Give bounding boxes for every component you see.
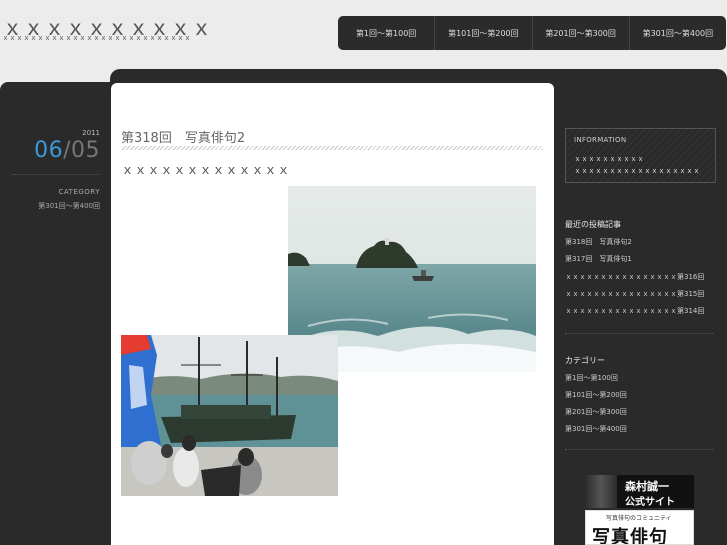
recent-post-link[interactable]: ｘｘｘｘｘｘｘｘｘｘｘｘｘｘｘｘ第315回 — [565, 289, 704, 299]
post-year: 2011 — [82, 129, 100, 137]
category-link-201-300[interactable]: 第201回～第300回 — [565, 407, 627, 417]
post-date: 06/05 — [34, 138, 100, 163]
post-day: /05 — [63, 138, 100, 163]
post-month: 06 — [34, 138, 64, 163]
title-divider — [121, 146, 543, 150]
information-line: ｘｘｘｘｘｘｘｘｘｘ — [574, 155, 644, 163]
photo-haiku-community-banner[interactable]: 写真俳句のコミュニティ 写真俳句 — [585, 510, 694, 545]
site-header: ｘｘｘｘｘｘｘｘｘｘ ｘｘｘｘｘｘｘｘｘｘｘｘｘｘｘｘｘｘｘｘｘｘｘｘｘｘｘ 第… — [0, 0, 727, 64]
recent-post-link[interactable]: 第317回 写真俳句1 — [565, 254, 632, 264]
banner-title: 森村誠一 — [625, 480, 669, 493]
morimura-official-site-banner[interactable]: 森村誠一 公式サイト — [585, 475, 694, 508]
category-label: CATEGORY — [58, 188, 100, 196]
post-content: 第318回 写真俳句2 ｘｘｘｘｘｘｘｘｘｘｘｘｘ — [111, 83, 554, 545]
divider — [565, 333, 713, 334]
portrait-image — [585, 475, 617, 508]
sidebar: INFORMATION ｘｘｘｘｘｘｘｘｘｘ ｘｘｘｘｘｘｘｘｘｘｘｘｘｘｘｘｘ… — [555, 69, 727, 545]
category-link-301-400[interactable]: 第301回～第400回 — [565, 424, 627, 434]
categories-heading: カテゴリー — [565, 356, 605, 365]
top-navigation: 第1回～第100回 第101回～第200回 第201回～第300回 第301回～… — [338, 16, 726, 50]
nav-item-201-300[interactable]: 第201回～第300回 — [533, 16, 630, 50]
site-description: ｘｘｘｘｘｘｘｘｘｘｘｘｘｘｘｘｘｘｘｘｘｘｘｘｘｘｘ — [2, 34, 191, 42]
recent-post-link[interactable]: ｘｘｘｘｘｘｘｘｘｘｘｘｘｘｘｘ第314回 — [565, 306, 704, 316]
banner-subtitle: 公式サイト — [625, 497, 675, 508]
post-title[interactable]: 第318回 写真俳句2 — [121, 127, 245, 146]
information-box: INFORMATION ｘｘｘｘｘｘｘｘｘｘ ｘｘｘｘｘｘｘｘｘｘｘｘｘｘｘｘｘ… — [565, 128, 716, 183]
category-link[interactable]: 第301回～第400回 — [38, 201, 100, 211]
banner-logo-text: 写真俳句 — [592, 527, 668, 545]
post-meta-column: 2011 06/05 CATEGORY 第301回～第400回 — [0, 82, 110, 545]
information-title: INFORMATION — [574, 136, 627, 144]
ship-harbor-photo — [121, 335, 338, 496]
category-link-1-100[interactable]: 第1回～第100回 — [565, 373, 618, 383]
divider — [565, 449, 713, 450]
post-subtitle: ｘｘｘｘｘｘｘｘｘｘｘｘｘ — [121, 163, 291, 178]
category-link-101-200[interactable]: 第101回～第200回 — [565, 390, 627, 400]
divider — [12, 174, 100, 175]
recent-posts-heading: 最近の投稿記事 — [565, 220, 621, 229]
recent-post-link[interactable]: 第318回 写真俳句2 — [565, 237, 632, 247]
banner-caption: 写真俳句のコミュニティ — [606, 515, 672, 522]
nav-item-101-200[interactable]: 第101回～第200回 — [435, 16, 533, 50]
recent-post-link[interactable]: ｘｘｘｘｘｘｘｘｘｘｘｘｘｘｘｘ第316回 — [565, 272, 704, 282]
nav-item-1-100[interactable]: 第1回～第100回 — [338, 16, 436, 50]
information-line: ｘｘｘｘｘｘｘｘｘｘｘｘｘｘｘｘｘｘ — [574, 167, 700, 175]
nav-item-301-400[interactable]: 第301回～第400回 — [630, 16, 726, 50]
